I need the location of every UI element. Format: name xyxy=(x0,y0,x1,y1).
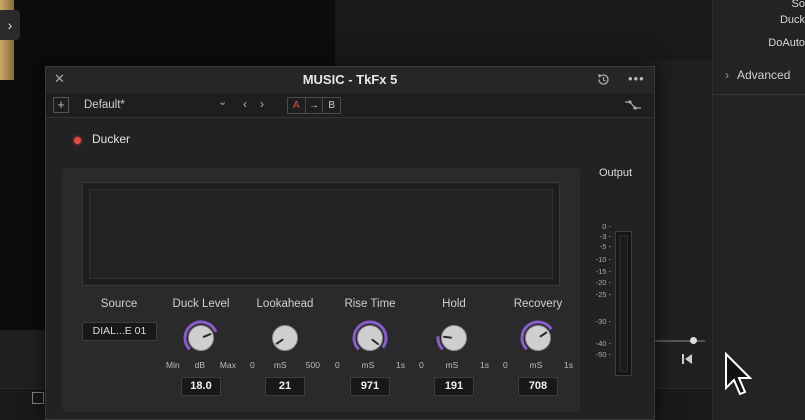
effect-name: Ducker xyxy=(92,132,131,146)
hold-label: Hold xyxy=(442,298,466,310)
knob-body xyxy=(525,325,551,351)
ducking-display xyxy=(82,182,560,286)
ab-compare: A → B xyxy=(287,97,341,114)
hold-knob[interactable] xyxy=(436,320,472,356)
knob-body xyxy=(272,325,298,351)
divider xyxy=(713,94,805,95)
rise-time-scale: 0 mS 1s xyxy=(335,360,405,370)
more-options-icon[interactable]: ••• xyxy=(628,71,645,86)
recovery-scale: 0 mS 1s xyxy=(503,360,573,370)
lookahead-scale: 0 mS 500 xyxy=(250,360,320,370)
chevron-right-icon: › xyxy=(725,68,729,82)
a-button[interactable]: A xyxy=(288,98,306,113)
screen: › So Duck DoAuto › Advanced ✕ MUSIC - TkF… xyxy=(0,0,805,420)
meter-tick-label: -50 - xyxy=(595,350,611,359)
lookahead-knob[interactable] xyxy=(267,320,303,356)
automation-icon[interactable] xyxy=(624,98,642,112)
chevron-down-icon[interactable]: ⌄ xyxy=(218,95,227,108)
ducker-panel: Source DIAL...E 01 Duck Level Min dB Max 1… xyxy=(62,168,580,412)
meter-tick-label: -20 - xyxy=(595,278,611,287)
output-meter xyxy=(615,231,632,376)
meter-tick-label: -30 - xyxy=(595,317,611,326)
duck-level-knob[interactable] xyxy=(183,320,219,356)
mouse-cursor-icon xyxy=(725,352,753,396)
inspector-item-source[interactable]: So xyxy=(792,0,805,10)
advanced-label: Advanced xyxy=(737,68,791,82)
inspector-item-duck[interactable]: Duck xyxy=(780,14,805,26)
recovery-label: Recovery xyxy=(513,298,563,310)
rise-time-value[interactable]: 971 xyxy=(350,377,390,396)
meter-tick-label: -3 - xyxy=(599,232,611,241)
add-preset-button[interactable]: + xyxy=(53,97,69,113)
enable-indicator[interactable] xyxy=(74,137,81,144)
meter-tick-label: -15 - xyxy=(595,267,611,276)
hold-value[interactable]: 191 xyxy=(434,377,474,396)
meter-tick-label: -25 - xyxy=(595,290,611,299)
rise-time-label: Rise Time xyxy=(344,298,396,310)
preset-select[interactable]: Default* xyxy=(78,97,236,114)
b-button[interactable]: B xyxy=(323,98,340,113)
knob-body xyxy=(357,325,383,351)
inspector-item-doauto[interactable]: DoAuto xyxy=(768,37,805,49)
title-bar[interactable]: ✕ MUSIC - TkFx 5 ••• xyxy=(46,67,654,93)
recovery-knob[interactable] xyxy=(520,320,556,356)
duck-level-label: Duck Level xyxy=(172,298,230,310)
output-label: Output xyxy=(599,167,633,179)
advanced-section-toggle[interactable]: › Advanced xyxy=(725,68,790,82)
source-select[interactable]: DIAL...E 01 xyxy=(82,322,157,341)
hold-scale: 0 mS 1s xyxy=(419,360,489,370)
knob-body xyxy=(188,325,214,351)
meter-tick-label: 0 - xyxy=(602,222,611,231)
reset-icon[interactable] xyxy=(596,72,611,87)
copy-a-to-b-button[interactable]: → xyxy=(306,98,324,113)
knob-indicator xyxy=(443,335,453,339)
lookahead-value[interactable]: 21 xyxy=(265,377,305,396)
expand-panel-button[interactable]: › xyxy=(0,10,20,40)
previous-preset-icon[interactable]: ‹ xyxy=(243,97,247,111)
meter-tick-label: -10 - xyxy=(595,255,611,264)
source-label: Source xyxy=(100,298,138,310)
recovery-value[interactable]: 708 xyxy=(518,377,558,396)
lookahead-label: Lookahead xyxy=(256,298,314,310)
meter-tick-label: -5 - xyxy=(599,242,611,251)
meter-tick-label: -40 - xyxy=(595,339,611,348)
skip-to-start-icon[interactable] xyxy=(680,352,694,366)
next-preset-icon[interactable]: › xyxy=(260,97,264,111)
scrub-bar[interactable] xyxy=(655,340,705,342)
plugin-window: ✕ MUSIC - TkFx 5 ••• + Default* ⌄ ‹ › A … xyxy=(45,66,655,420)
scrub-handle[interactable] xyxy=(690,337,697,344)
rise-time-knob[interactable] xyxy=(352,320,388,356)
duck-level-scale: Min dB Max xyxy=(166,360,236,370)
duck-level-value[interactable]: 18.0 xyxy=(181,377,221,396)
checkbox[interactable] xyxy=(32,392,44,404)
preset-toolbar: + Default* ⌄ ‹ › A → B xyxy=(46,94,654,118)
window-title: MUSIC - TkFx 5 xyxy=(302,72,398,87)
